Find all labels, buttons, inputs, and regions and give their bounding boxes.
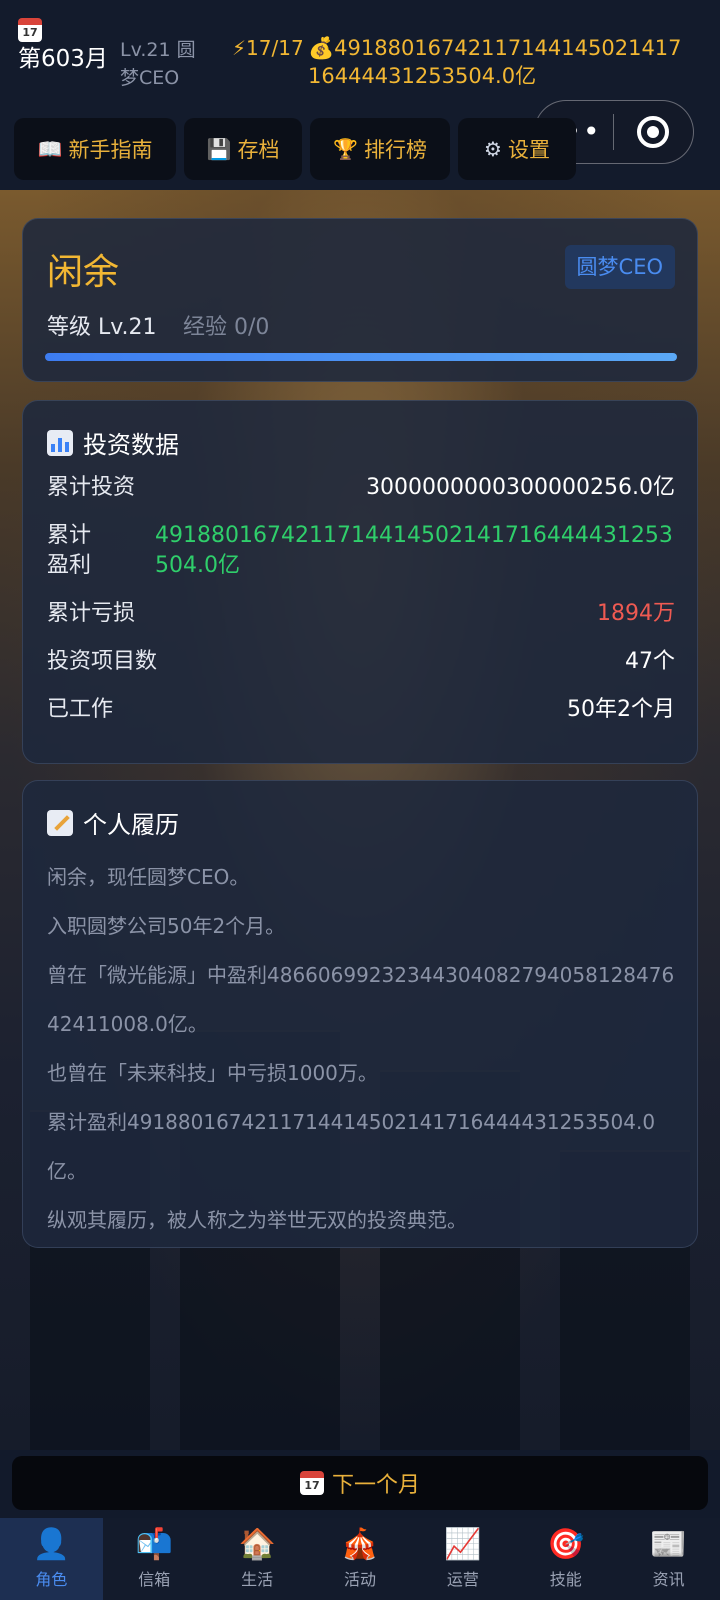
bottom-tab-bar: 👤 角色 📬 信箱 🏠 生活 🎪 活动 📈 运营 🎯 技能 📰 资讯	[0, 1518, 720, 1600]
settings-button[interactable]: ⚙ 设置	[458, 118, 576, 180]
bar-chart-icon	[47, 429, 73, 456]
top-status-header: 17 第603月 Lv.21 圆梦CEO ⚡17/17 💰49188016742…	[0, 0, 720, 190]
person-icon: 👤	[32, 1527, 71, 1562]
memo-pencil-icon	[47, 809, 73, 836]
settings-button-label: 设置	[507, 138, 550, 162]
mailbox-icon: 📬	[135, 1527, 173, 1562]
investment-title-text: 投资数据	[83, 431, 179, 459]
calendar-icon: 17	[299, 1471, 324, 1495]
level-label: 等级 Lv.21	[47, 315, 157, 340]
energy-counter: ⚡17/17	[232, 36, 304, 60]
resume-title-text: 个人履历	[83, 811, 179, 839]
resume-section-title: 个人履历	[47, 805, 179, 840]
invest-row-total: 累计投资 3000000000300000256.0亿	[47, 473, 675, 503]
tab-operations[interactable]: 📈 运营	[411, 1518, 514, 1600]
resume-line: 曾在「微光能源」中盈利48660699232344304082794058128…	[47, 963, 675, 1036]
leaderboard-button[interactable]: 🏆 排行榜	[310, 118, 450, 180]
invest-row-label: 累计亏损	[47, 601, 136, 626]
invest-row-value: 50年2个月	[567, 697, 675, 722]
floppy-disk-icon: 💾	[206, 137, 232, 161]
save-button-label: 存档	[237, 138, 280, 162]
newspaper-icon: 📰	[649, 1527, 688, 1562]
invest-row-worked: 已工作 50年2个月	[47, 695, 675, 725]
save-button[interactable]: 💾 存档	[184, 118, 302, 180]
player-name: 闲余	[47, 252, 120, 293]
invest-row-label: 累计 盈利	[47, 523, 92, 578]
tab-label: 活动	[344, 1570, 377, 1589]
invest-row-label: 累计投资	[47, 475, 136, 500]
invest-row-label: 投资项目数	[47, 649, 158, 674]
book-icon: 📖	[37, 137, 63, 161]
resume-line: 入职圆梦公司50年2个月。	[47, 914, 286, 938]
invest-row-loss: 累计亏损 1894万	[47, 599, 675, 629]
chart-up-icon: 📈	[444, 1527, 482, 1562]
next-month-button[interactable]: 17 下一个月	[12, 1456, 708, 1510]
tab-label: 角色	[35, 1570, 68, 1589]
invest-row-value: 1894万	[597, 601, 675, 626]
tab-label: 生活	[241, 1570, 274, 1589]
tab-mailbox[interactable]: 📬 信箱	[103, 1518, 206, 1600]
resume-line: 纵观其履历，被人称之为举世无双的投资典范。	[47, 1208, 467, 1232]
money-counter: 💰491880167421171441450214171644443125350…	[308, 36, 682, 88]
invest-row-value: 3000000000300000256.0亿	[366, 475, 675, 500]
exp-progress-bar	[45, 353, 677, 361]
tab-label: 技能	[549, 1570, 582, 1589]
leaderboard-button-label: 排行榜	[363, 138, 427, 162]
level-title: Lv.21 圆梦CEO	[120, 39, 196, 89]
trophy-icon: 🏆	[333, 137, 358, 161]
investment-data-card: 投资数据 累计投资 3000000000300000256.0亿 累计 盈利 4…	[22, 400, 698, 764]
tab-label: 资讯	[652, 1570, 685, 1589]
invest-row-value: 4918801674211714414502141716444431253504…	[155, 523, 673, 578]
close-miniprogram-button[interactable]	[614, 116, 694, 148]
exp-label: 经验 0/0	[183, 315, 270, 340]
resume-line: 累计盈利491880167421171441450214171644443125…	[47, 1110, 656, 1183]
invest-row-label: 已工作	[47, 697, 114, 722]
calendar-icon: 17	[18, 18, 42, 42]
top-toolbar: 📖 新手指南 💾 存档 🏆 排行榜 ⚙ 设置	[14, 118, 576, 180]
invest-row-projects: 投资项目数 47个	[47, 647, 675, 677]
tab-label: 运营	[446, 1570, 479, 1589]
target-icon: 🎯	[547, 1527, 585, 1562]
house-icon: 🏠	[238, 1527, 276, 1562]
month-counter: 17 第603月	[18, 14, 108, 74]
investment-section-title: 投资数据	[47, 425, 179, 460]
tab-news[interactable]: 📰 资讯	[617, 1518, 720, 1600]
invest-row-value: 47个	[625, 649, 675, 674]
resume-line: 闲余，现任圆梦CEO。	[47, 865, 250, 889]
next-month-bar: 17 下一个月	[0, 1450, 720, 1518]
tab-events[interactable]: 🎪 活动	[309, 1518, 412, 1600]
resume-text: 闲余，现任圆梦CEO。 入职圆梦公司50年2个月。 曾在「微光能源」中盈利486…	[47, 853, 677, 1245]
gear-icon: ⚙	[484, 137, 502, 161]
next-month-label: 下一个月	[331, 1473, 420, 1498]
tab-character[interactable]: 👤 角色	[0, 1518, 103, 1600]
target-close-icon	[637, 116, 670, 148]
resume-card: 个人履历 闲余，现任圆梦CEO。 入职圆梦公司50年2个月。 曾在「微光能源」中…	[22, 780, 698, 1248]
tab-life[interactable]: 🏠 生活	[206, 1518, 309, 1600]
resume-line: 也曾在「未来科技」中亏损1000万。	[47, 1061, 378, 1085]
guide-button-label: 新手指南	[68, 138, 153, 162]
invest-row-profit: 累计 盈利 4918801674211714414502141716444431…	[47, 521, 675, 581]
circus-tent-icon: 🎪	[341, 1527, 379, 1562]
profile-card: 闲余 圆梦CEO 等级 Lv.21 经验 0/0	[22, 218, 698, 382]
tab-label: 信箱	[138, 1570, 171, 1589]
guide-button[interactable]: 📖 新手指南	[14, 118, 176, 180]
title-badge: 圆梦CEO	[564, 245, 675, 289]
month-label: 第603月	[18, 46, 108, 72]
tab-skills[interactable]: 🎯 技能	[514, 1518, 617, 1600]
